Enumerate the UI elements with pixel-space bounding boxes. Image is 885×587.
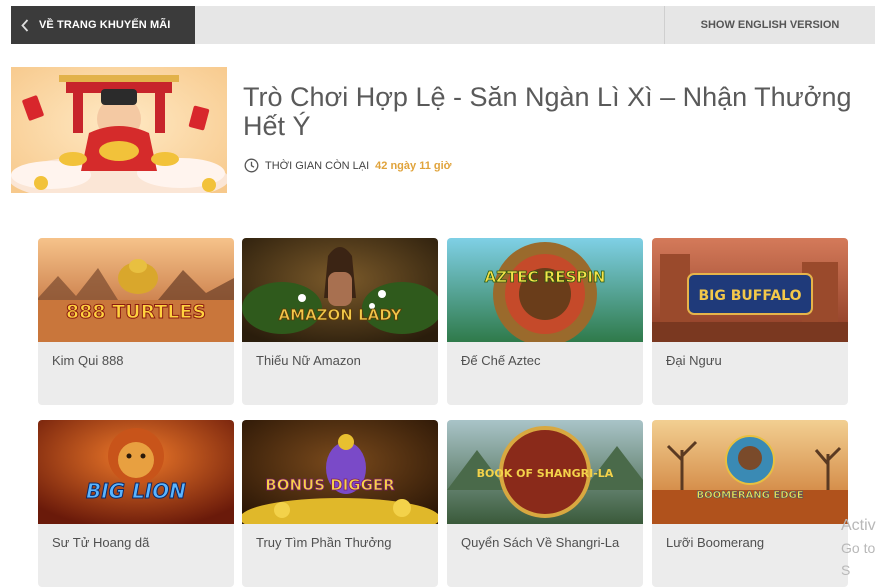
game-logo: BIG BUFFALO (699, 288, 802, 304)
game-name: Lưỡi Boomerang (666, 535, 765, 550)
game-name: Quyển Sách Về Shangri-La (461, 535, 620, 550)
game-card-boomerang-edge[interactable]: BOOMERANG EDGE Lưỡi Boomerang (652, 420, 848, 587)
game-card-888-turtles[interactable]: 888 TURTLES Kim Qui 888 (38, 238, 234, 405)
game-thumbnail: 888 TURTLES (38, 238, 234, 342)
game-thumbnail: BIG BUFFALO (652, 238, 848, 342)
game-name: Kim Qui 888 (52, 353, 124, 368)
watermark-line-1: Activ (841, 517, 876, 534)
game-logo: BOOK OF SHANGRI-LA (477, 467, 614, 480)
time-remaining-value: 42 ngày 11 giờ (375, 159, 452, 172)
game-thumbnail: BIG LION (38, 420, 234, 524)
clock-icon (244, 158, 259, 173)
show-english-version-button[interactable]: SHOW ENGLISH VERSION (664, 6, 875, 44)
game-logo: AZTEC RESPIN (485, 268, 606, 286)
game-card-book-of-shangri-la[interactable]: BOOK OF SHANGRI-LA Quyển Sách Về Shangri… (447, 420, 643, 587)
game-thumbnail: BONUS DIGGER (242, 420, 438, 524)
windows-activation-watermark: Activ Go to S (841, 515, 885, 581)
game-name: Truy Tìm Phần Thưởng (256, 535, 392, 550)
game-thumbnail: BOOMERANG EDGE (652, 420, 848, 524)
game-name: Sư Tử Hoang dã (52, 535, 150, 550)
game-thumbnail: AZTEC RESPIN (447, 238, 643, 342)
game-logo: BONUS DIGGER (265, 476, 395, 494)
game-logo: AMAZON LADY (279, 306, 403, 324)
game-card-big-lion[interactable]: BIG LION Sư Tử Hoang dã (38, 420, 234, 587)
promotion-title: Trò Chơi Hợp Lệ - Săn Ngàn Lì Xì – Nhận … (243, 82, 852, 141)
top-bar: VỀ TRANG KHUYẾN MÃI SHOW ENGLISH VERSION (11, 6, 875, 44)
game-name: Thiếu Nữ Amazon (256, 353, 361, 368)
game-logo: BIG LION (86, 479, 186, 503)
game-name: Đế Chế Aztec (461, 353, 541, 368)
game-name: Đại Ngưu (666, 353, 722, 368)
back-to-promotions-button[interactable]: VỀ TRANG KHUYẾN MÃI (11, 6, 195, 44)
chevron-left-icon (21, 18, 30, 32)
game-thumbnail: BOOK OF SHANGRI-LA (447, 420, 643, 524)
time-remaining-label: THỜI GIAN CÒN LẠI (265, 159, 370, 172)
game-logo: BOOMERANG EDGE (696, 490, 803, 501)
game-logo: 888 TURTLES (66, 301, 206, 323)
game-card-big-buffalo[interactable]: BIG BUFFALO Đại Ngưu (652, 238, 848, 405)
game-card-bonus-digger[interactable]: BONUS DIGGER Truy Tìm Phần Thưởng (242, 420, 438, 587)
game-card-amazon-lady[interactable]: AMAZON LADY Thiếu Nữ Amazon (242, 238, 438, 405)
watermark-line-2: Go to S (841, 540, 876, 578)
promo-banner-image (11, 67, 227, 193)
game-card-aztec-respin[interactable]: AZTEC RESPIN Đế Chế Aztec (447, 238, 643, 405)
time-remaining: THỜI GIAN CÒN LẠI 42 ngày 11 giờ (244, 158, 451, 173)
back-button-label: VỀ TRANG KHUYẾN MÃI (39, 19, 171, 31)
game-thumbnail: AMAZON LADY (242, 238, 438, 342)
